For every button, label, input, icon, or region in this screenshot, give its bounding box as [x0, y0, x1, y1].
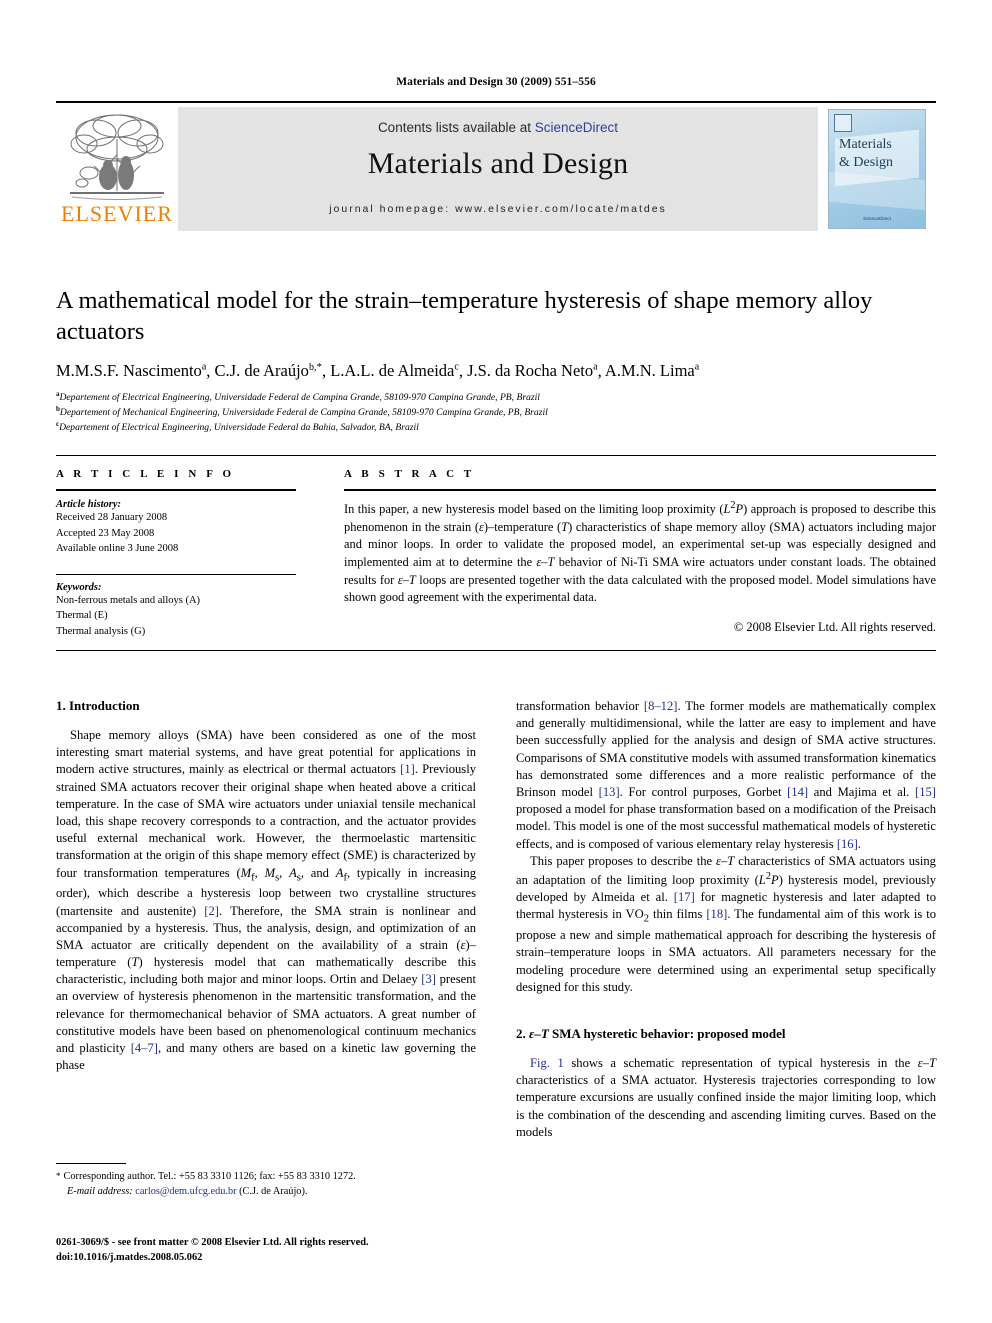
keyword-item: Thermal (E)	[56, 610, 108, 622]
footnote-email-line: E-mail address: carlos@dem.ufcg.edu.br (…	[56, 1185, 476, 1200]
section-heading-introduction: 1. Introduction	[56, 698, 140, 713]
cover-title-line-2: & Design	[839, 154, 894, 170]
elsevier-logo: ELSEVIER	[56, 107, 178, 231]
cover-elsevier-mark-icon	[834, 114, 852, 132]
author-item: C.J. de Araújob,*	[214, 360, 322, 381]
paragraph-intro-part2: This paper proposes to describe the ε–T …	[516, 853, 936, 994]
citation-link[interactable]: [4–7]	[131, 1041, 158, 1055]
footnote-contact-line: Corresponding author. Tel.: +55 83 3310 …	[63, 1171, 356, 1182]
author-item: J.S. da Rocha Netoa	[467, 361, 598, 381]
article-info-rule	[56, 489, 296, 491]
author-item: L.A.L. de Almeidac	[330, 361, 459, 381]
journal-title: Materials and Design	[367, 147, 629, 180]
citation-link[interactable]: [18]	[706, 907, 727, 921]
page-title: A mathematical model for the strain–temp…	[56, 287, 873, 346]
contents-available-line: Contents lists available at ScienceDirec…	[178, 107, 818, 135]
abstract-text: In this paper, a new hysteresis model ba…	[344, 500, 937, 605]
abstract-top-rule	[56, 455, 936, 456]
author-item: M.M.S.F. Nascimentoa	[56, 361, 207, 381]
sciencedirect-link[interactable]: ScienceDirect	[535, 120, 618, 135]
citation-link[interactable]: [15]	[915, 785, 936, 799]
affiliation-text: Departement of Electrical Engineering, U…	[59, 422, 419, 433]
footnote-rule	[56, 1163, 126, 1164]
email-label: E-mail address:	[67, 1185, 133, 1197]
affiliation-text: Departement of Electrical Engineering, U…	[59, 392, 540, 404]
affil-marker: a	[694, 361, 700, 373]
author-email-link[interactable]: carlos@dem.ufcg.edu.br	[135, 1186, 236, 1197]
cover-footer-text: ScienceDirect	[863, 216, 891, 222]
colophon-front-matter: 0261-3069/$ - see front matter © 2008 El…	[56, 1237, 369, 1248]
article-history-label: Article history:	[56, 499, 122, 510]
body-column-right: transformation behavior [8–12]. The form…	[516, 698, 936, 1141]
masthead-band: Contents lists available at ScienceDirec…	[178, 107, 818, 231]
colophon-doi[interactable]: doi:10.1016/j.matdes.2008.05.062	[56, 1251, 576, 1266]
keywords-label: Keywords:	[56, 581, 102, 593]
abstract-copyright: © 2008 Elsevier Ltd. All rights reserved…	[733, 619, 936, 634]
colophon: 0261-3069/$ - see front matter © 2008 El…	[56, 1236, 576, 1266]
affil-marker: c	[454, 361, 459, 373]
figure-link[interactable]: Fig. 1	[530, 1056, 564, 1070]
citation-link[interactable]: [16]	[837, 837, 858, 851]
affil-marker: b,*	[308, 360, 322, 373]
abstract-panel: A B S T R A C T In this paper, a new hys…	[344, 468, 936, 635]
citation-link[interactable]: [17]	[674, 890, 695, 904]
paragraph-intro-part1-continued: transformation behavior [8–12]. The form…	[516, 699, 937, 851]
affil-marker: a	[201, 361, 207, 373]
article-info-panel: A R T I C L E I N F O Article history: R…	[56, 468, 296, 639]
history-item: Available online 3 June 2008	[56, 543, 179, 555]
paragraph-intro-part1: Shape memory alloys (SMA) have been cons…	[56, 728, 476, 1073]
body-column-left: 1. Introduction Shape memory alloys (SMA…	[56, 698, 476, 1074]
cover-title-line-1: Materials	[839, 137, 892, 152]
elsevier-tree-icon	[70, 114, 164, 200]
journal-homepage-link[interactable]: journal homepage: www.elsevier.com/locat…	[178, 181, 818, 215]
corresponding-author-footnote: * Corresponding author. Tel.: +55 83 3310…	[56, 1170, 476, 1200]
author-list: M.M.S.F. Nascimentoa, C.J. de Araújob,*,…	[56, 360, 700, 381]
affiliation-list: aDepartement of Electrical Engineering, …	[56, 390, 936, 434]
abstract-rule	[344, 489, 936, 491]
keywords-rule	[56, 573, 296, 575]
abstract-bottom-rule	[56, 650, 936, 651]
keyword-item: Thermal analysis (G)	[56, 625, 146, 637]
affiliation-item: aDepartement of Electrical Engineering, …	[56, 390, 936, 405]
footnote-marker: *	[56, 1171, 61, 1181]
history-item: Received 28 January 2008	[56, 512, 168, 523]
article-info-heading: A R T I C L E I N F O	[56, 468, 235, 480]
journal-masthead: ELSEVIER Contents lists available at Sci…	[56, 107, 936, 231]
citation-link[interactable]: [8–12]	[644, 699, 678, 713]
author-item: A.M.N. Limaa	[604, 361, 700, 381]
citation-link[interactable]: [14]	[787, 785, 808, 799]
abstract-heading: A B S T R A C T	[344, 468, 475, 480]
elsevier-wordmark: ELSEVIER	[61, 201, 173, 226]
paragraph-model-part1: Fig. 1 shows a schematic representation …	[516, 1056, 936, 1139]
title-block: A mathematical model for the strain–temp…	[56, 285, 936, 435]
running-head: Materials and Design 30 (2009) 551–556	[396, 76, 596, 88]
contents-prefix: Contents lists available at	[377, 120, 535, 135]
header-rule	[56, 101, 936, 103]
cover-art: Materials & Design ScienceDirect	[828, 109, 926, 229]
journal-article-page: Materials and Design 30 (2009) 551–556 E…	[0, 0, 992, 1323]
citation-link[interactable]: [2]	[204, 904, 219, 918]
history-item: Accepted 23 May 2008	[56, 527, 155, 539]
affiliation-item: bDepartement of Mechanical Engineering, …	[56, 405, 936, 420]
section-heading-model: 2. ε–T SMA hysteretic behavior: proposed…	[516, 1026, 786, 1042]
cover-title: Materials & Design	[839, 136, 893, 171]
affiliation-text: Departement of Mechanical Engineering, U…	[59, 407, 548, 419]
citation-link[interactable]: [13]	[599, 785, 620, 799]
citation-link[interactable]: [3]	[421, 972, 436, 986]
affiliation-item: cDepartement of Electrical Engineering, …	[56, 420, 936, 435]
email-suffix: (C.J. de Araújo).	[239, 1185, 308, 1197]
journal-cover-thumbnail[interactable]: Materials & Design ScienceDirect	[818, 107, 936, 231]
affil-marker: a	[593, 361, 598, 373]
citation-link[interactable]: [1]	[400, 762, 415, 776]
keyword-item: Non-ferrous metals and alloys (A)	[56, 594, 201, 606]
